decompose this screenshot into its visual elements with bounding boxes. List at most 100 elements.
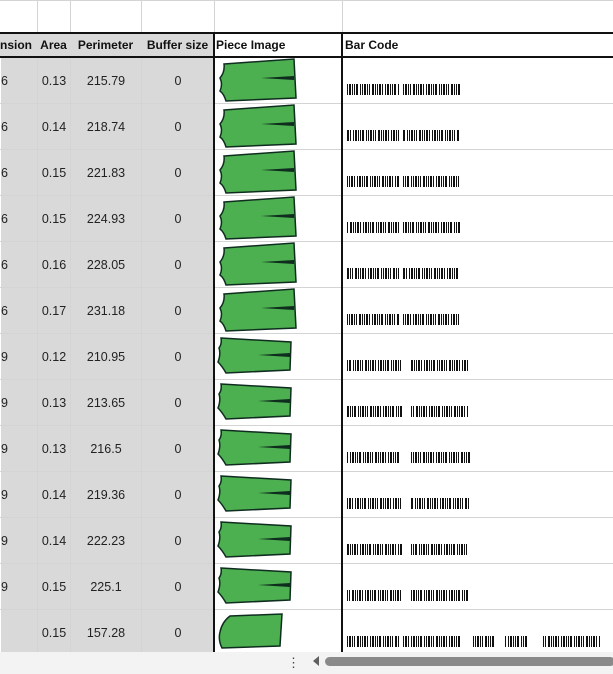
cell-bar-code[interactable]	[343, 333, 613, 379]
cell-area[interactable]: 0.14	[38, 518, 70, 563]
cell-dimension[interactable]: 9	[1, 334, 37, 379]
horizontal-scrollbar[interactable]: ⋮	[0, 652, 613, 674]
cell-buffer[interactable]: 0	[142, 150, 214, 195]
cell-buffer[interactable]: 0	[142, 426, 214, 471]
cell-area[interactable]: 0.14	[38, 472, 70, 517]
cell-area[interactable]: 0.15	[38, 150, 70, 195]
barcode-image	[343, 268, 611, 283]
cell-dimension[interactable]: 6	[1, 196, 37, 241]
cell-piece-image[interactable]	[216, 563, 342, 609]
cell-area[interactable]: 0.15	[38, 610, 70, 652]
cell-bar-code[interactable]	[343, 287, 613, 333]
cell-dimension[interactable]: 6	[1, 288, 37, 333]
cell-bar-code[interactable]	[343, 563, 613, 609]
cell-bar-code[interactable]	[343, 149, 613, 195]
cell-buffer[interactable]: 0	[142, 58, 214, 103]
cell-buffer[interactable]: 0	[142, 380, 214, 425]
cell-bar-code[interactable]	[343, 609, 613, 652]
cell-piece-image[interactable]	[216, 287, 342, 333]
cell-dimension[interactable]: 6	[1, 242, 37, 287]
cell-dimension[interactable]: 9	[1, 380, 37, 425]
cell-area[interactable]: 0.17	[38, 288, 70, 333]
cell-perimeter[interactable]: 224.93	[71, 196, 141, 241]
scroll-left-arrow-icon[interactable]	[313, 656, 319, 666]
cell-area[interactable]: 0.15	[38, 196, 70, 241]
cell-perimeter[interactable]: 221.83	[71, 150, 141, 195]
column-header-piece-image[interactable]: Piece Image	[214, 33, 342, 57]
cell-piece-image[interactable]	[216, 425, 342, 471]
cell-piece-image[interactable]	[216, 517, 342, 563]
cell-bar-code[interactable]	[343, 425, 613, 471]
cell-buffer[interactable]: 0	[142, 104, 214, 149]
cell-buffer[interactable]: 0	[142, 196, 214, 241]
cell-perimeter[interactable]: 157.28	[71, 610, 141, 652]
cell-dimension[interactable]: 6	[1, 104, 37, 149]
cell-buffer[interactable]: 0	[142, 242, 214, 287]
cell-piece-image[interactable]	[216, 241, 342, 287]
barcode-image	[343, 314, 611, 329]
barcode-image	[343, 130, 611, 145]
cell-piece-image[interactable]	[216, 195, 342, 241]
column-header-bar-code[interactable]: Bar Code	[342, 33, 613, 57]
cell-bar-code[interactable]	[343, 517, 613, 563]
cell-buffer[interactable]: 0	[142, 334, 214, 379]
barcode-image	[343, 222, 611, 237]
barcode-image	[343, 544, 611, 559]
cell-bar-code[interactable]	[343, 471, 613, 517]
cell-dimension[interactable]: 6	[1, 150, 37, 195]
cell-perimeter[interactable]: 216.5	[71, 426, 141, 471]
cell-dimension[interactable]: 6	[1, 58, 37, 103]
cell-dimension[interactable]: 9	[1, 426, 37, 471]
cell-bar-code[interactable]	[343, 103, 613, 149]
piece-image	[216, 562, 302, 611]
cell-dimension[interactable]: 9	[1, 518, 37, 563]
column-header-dimension[interactable]: nsion	[0, 33, 37, 57]
cell-bar-code[interactable]	[343, 57, 613, 103]
cell-buffer[interactable]: 0	[142, 288, 214, 333]
cell-piece-image[interactable]	[216, 333, 342, 379]
cell-area[interactable]: 0.12	[38, 334, 70, 379]
piece-image	[216, 608, 302, 653]
cell-area[interactable]: 0.14	[38, 104, 70, 149]
cell-piece-image[interactable]	[216, 609, 342, 652]
cell-bar-code[interactable]	[343, 379, 613, 425]
cell-piece-image[interactable]	[216, 471, 342, 517]
cell-bar-code[interactable]	[343, 241, 613, 287]
cell-area[interactable]: 0.16	[38, 242, 70, 287]
cell-area[interactable]: 0.13	[38, 426, 70, 471]
cell-area[interactable]: 0.13	[38, 380, 70, 425]
cell-piece-image[interactable]	[216, 149, 342, 195]
barcode-image	[343, 636, 611, 651]
cell-perimeter[interactable]: 222.23	[71, 518, 141, 563]
more-vertical-icon[interactable]: ⋮	[287, 655, 300, 671]
cell-perimeter[interactable]: 210.95	[71, 334, 141, 379]
scrollbar-thumb[interactable]	[325, 657, 613, 666]
barcode-image	[343, 176, 611, 191]
cell-perimeter[interactable]: 218.74	[71, 104, 141, 149]
cell-piece-image[interactable]	[216, 57, 342, 103]
cell-piece-image[interactable]	[216, 379, 342, 425]
cell-buffer[interactable]: 0	[142, 564, 214, 609]
column-header-area[interactable]: Area	[37, 33, 70, 57]
cell-buffer[interactable]: 0	[142, 518, 214, 563]
cell-perimeter[interactable]: 213.65	[71, 380, 141, 425]
cell-perimeter[interactable]: 231.18	[71, 288, 141, 333]
header-border-bottom	[0, 56, 613, 58]
cell-perimeter[interactable]: 219.36	[71, 472, 141, 517]
cell-perimeter[interactable]: 228.05	[71, 242, 141, 287]
spreadsheet-grid[interactable]: nsion Area Perimeter Buffer size Piece Image…	[0, 0, 613, 652]
cell-buffer[interactable]: 0	[142, 472, 214, 517]
cell-piece-image[interactable]	[216, 103, 342, 149]
cell-dimension[interactable]	[1, 610, 37, 652]
cell-buffer[interactable]: 0	[142, 610, 214, 652]
cell-bar-code[interactable]	[343, 195, 613, 241]
column-header-buffer[interactable]: Buffer size	[141, 33, 214, 57]
column-header-perimeter[interactable]: Perimeter	[70, 33, 141, 57]
cell-area[interactable]: 0.13	[38, 58, 70, 103]
cell-dimension[interactable]: 9	[1, 564, 37, 609]
cell-dimension[interactable]: 9	[1, 472, 37, 517]
cell-perimeter[interactable]: 225.1	[71, 564, 141, 609]
cell-area[interactable]: 0.15	[38, 564, 70, 609]
cell-perimeter[interactable]: 215.79	[71, 58, 141, 103]
piece-image	[216, 378, 302, 427]
